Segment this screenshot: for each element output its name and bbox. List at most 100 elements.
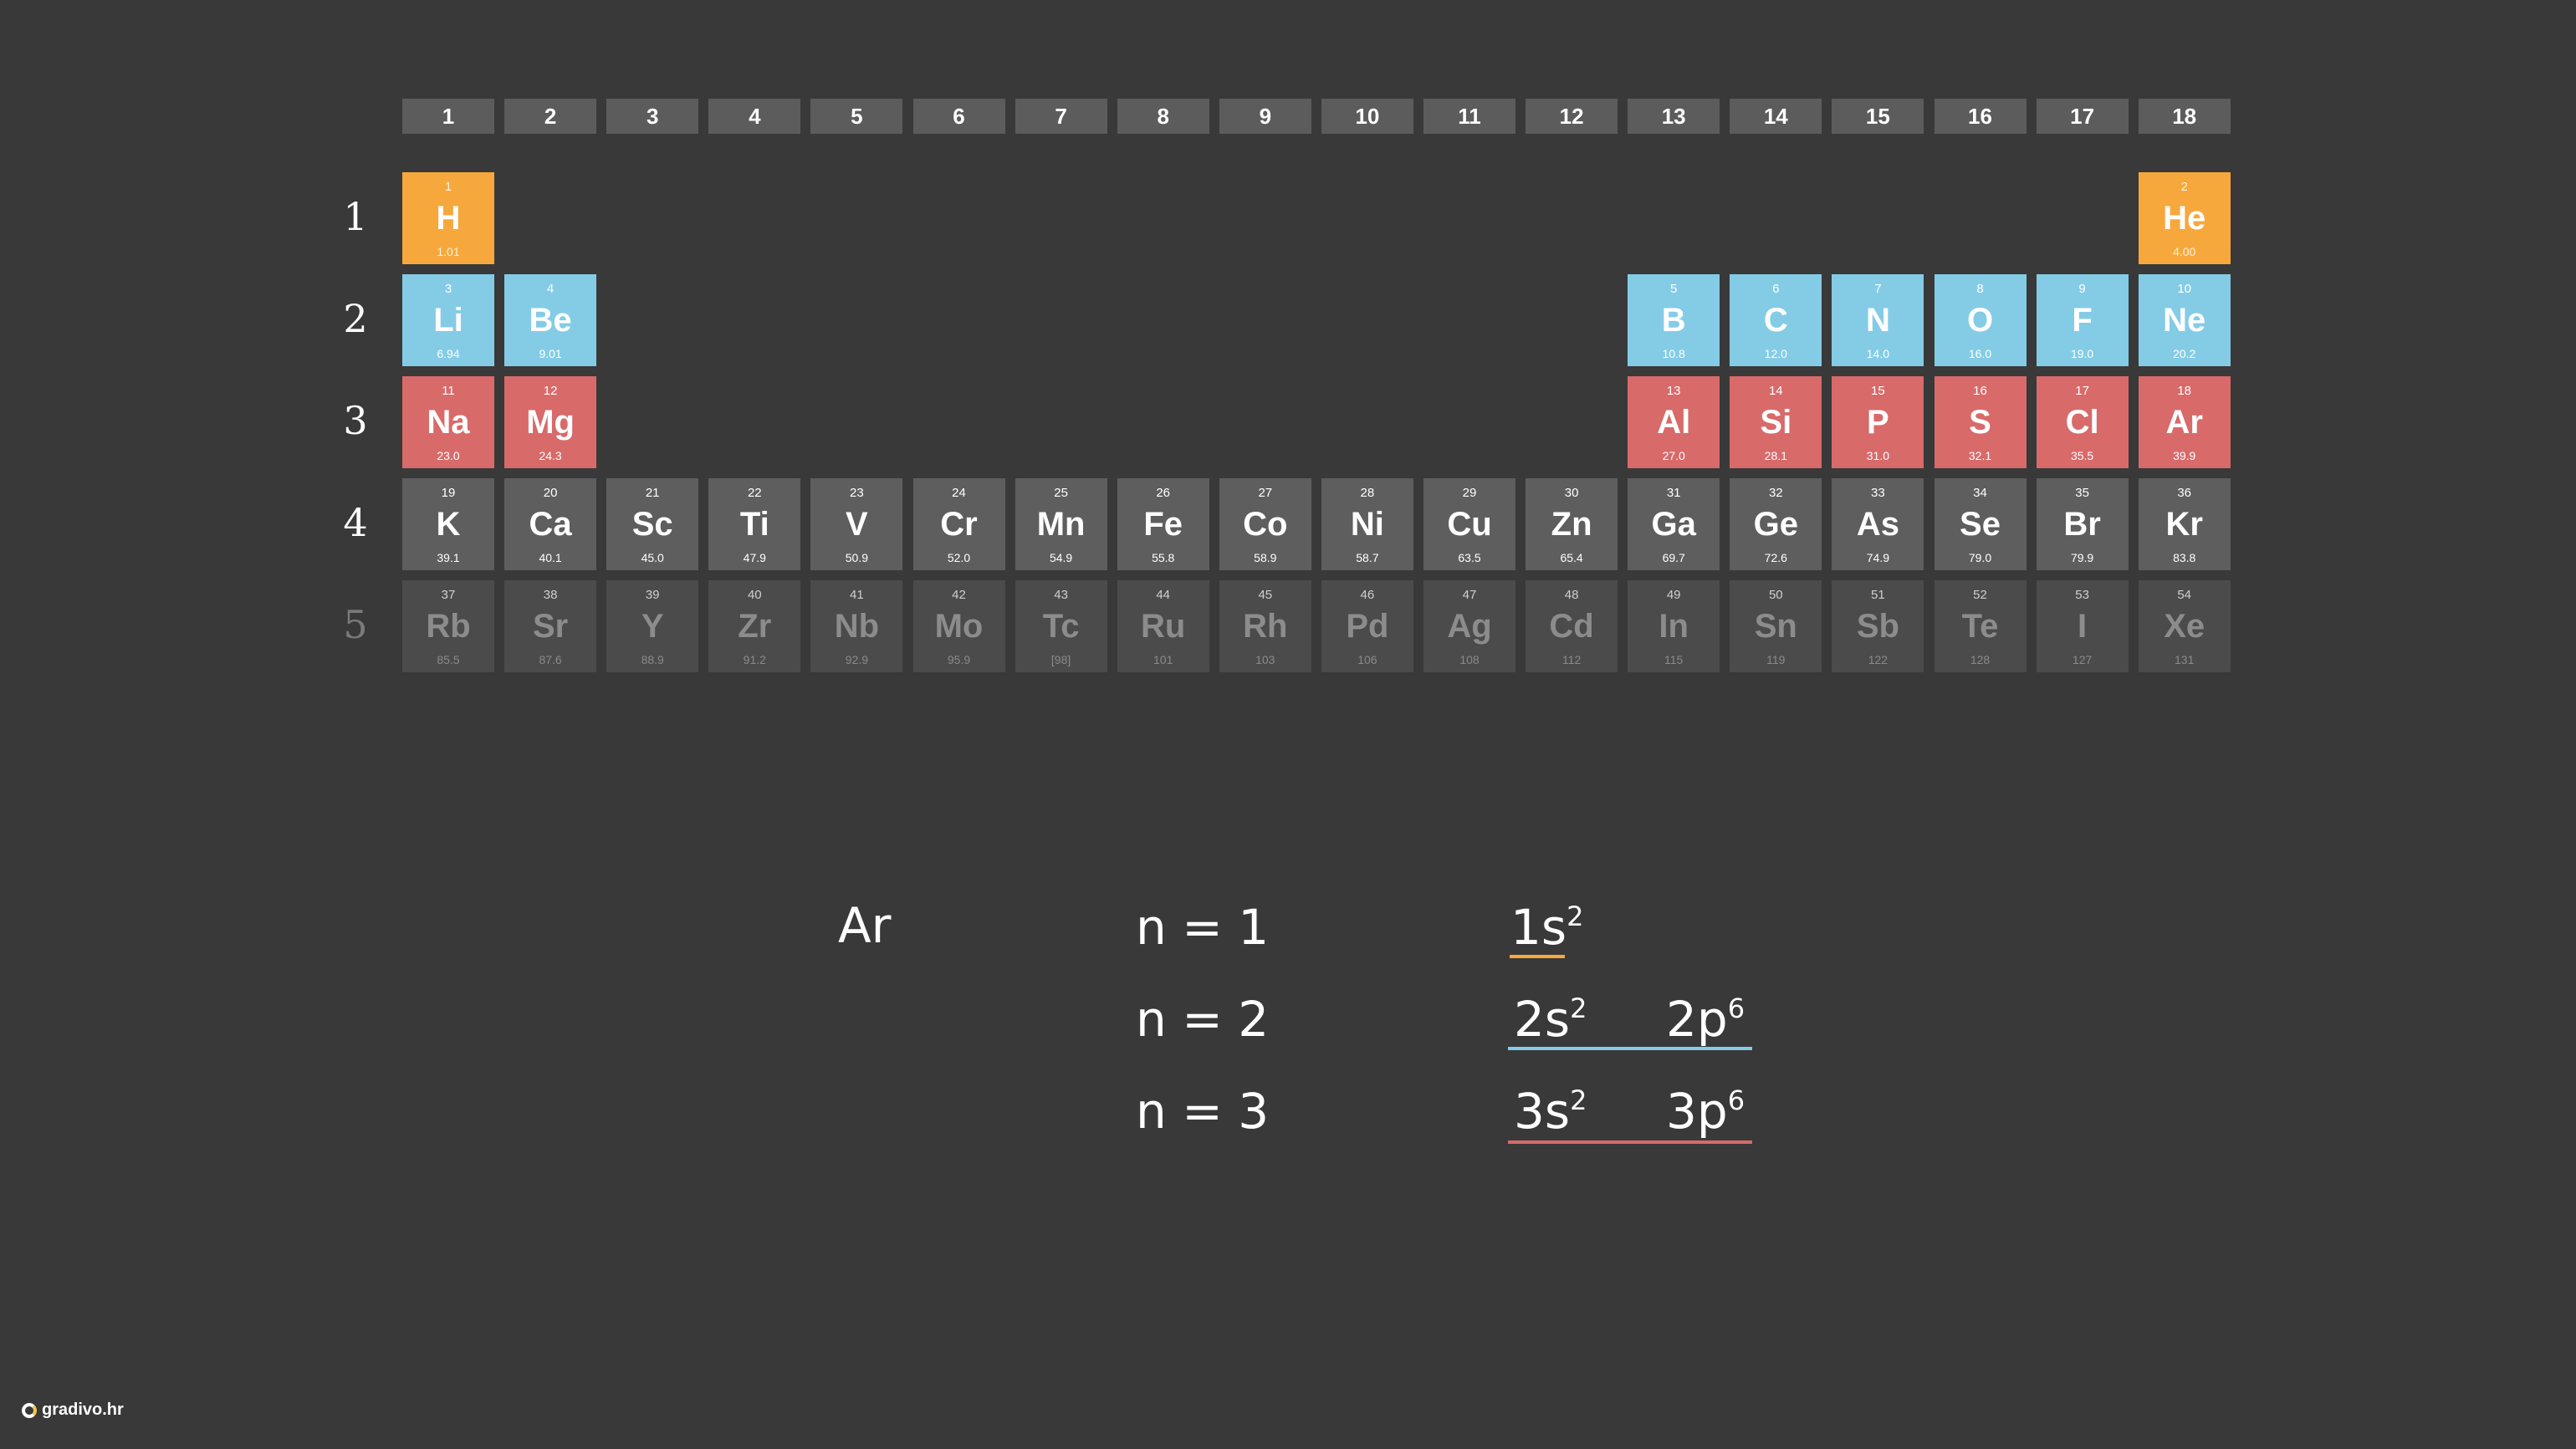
element-cell-he[interactable]: 2 He 4.00 — [2138, 172, 2231, 264]
atomic-number: 44 — [1156, 588, 1171, 602]
element-symbol: O — [1966, 302, 1994, 339]
element-symbol: Se — [1960, 506, 2001, 543]
element-cell-cr[interactable]: 24 Cr 52.0 — [912, 478, 1005, 570]
element-cell-rb[interactable]: 37 Rb 85.5 — [402, 580, 494, 672]
atomic-mass: 79.9 — [2070, 551, 2094, 564]
atomic-mass: 10.8 — [1662, 347, 1685, 360]
shell-2-underline — [1508, 1047, 1752, 1050]
element-cell-k[interactable]: 19 K 39.1 — [402, 478, 494, 570]
atomic-number: 35 — [2075, 486, 2089, 500]
element-symbol: Si — [1760, 404, 1792, 441]
atomic-number: 18 — [2177, 384, 2192, 398]
element-cell-sn[interactable]: 50 Sn 119 — [1730, 580, 1822, 672]
atomic-mass: 95.9 — [947, 653, 971, 666]
element-cell-b[interactable]: 5 B 10.8 — [1628, 274, 1720, 366]
element-cell-ag[interactable]: 47 Ag 108 — [1423, 580, 1515, 672]
period-label-3: 3 — [343, 398, 368, 443]
atomic-mass: 112 — [1561, 653, 1582, 666]
atomic-number: 37 — [441, 588, 456, 602]
atomic-mass: 69.7 — [1662, 551, 1685, 564]
element-symbol: S — [1969, 404, 1991, 441]
element-symbol: Y — [641, 608, 664, 645]
group-header-14: 14 — [1730, 99, 1822, 134]
element-cell-y[interactable]: 39 Y 88.9 — [606, 580, 699, 672]
element-cell-f[interactable]: 9 F 19.0 — [2036, 274, 2129, 366]
element-cell-cl[interactable]: 17 Cl 35.5 — [2036, 376, 2129, 468]
element-cell-li[interactable]: 3 Li 6.94 — [402, 274, 494, 366]
element-cell-rh[interactable]: 45 Rh 103 — [1219, 580, 1311, 672]
element-cell-mn[interactable]: 25 Mn 54.9 — [1015, 478, 1107, 570]
element-cell-ti[interactable]: 22 Ti 47.9 — [708, 478, 801, 570]
element-cell-p[interactable]: 15 P 31.0 — [1832, 376, 1924, 468]
element-cell-na[interactable]: 11 Na 23.0 — [402, 376, 494, 468]
element-cell-mg[interactable]: 12 Mg 24.3 — [504, 376, 597, 468]
element-cell-ru[interactable]: 44 Ru 101 — [1117, 580, 1209, 672]
element-cell-be[interactable]: 4 Be 9.01 — [504, 274, 597, 366]
atomic-mass: 1.01 — [437, 245, 460, 258]
element-cell-ni[interactable]: 28 Ni 58.7 — [1321, 478, 1413, 570]
element-symbol: Pd — [1346, 608, 1389, 645]
element-cell-v[interactable]: 23 V 50.9 — [810, 478, 903, 570]
element-symbol: Mn — [1036, 506, 1086, 543]
element-cell-i[interactable]: 53 I 127 — [2036, 580, 2129, 672]
element-cell-n[interactable]: 7 N 14.0 — [1832, 274, 1924, 366]
element-cell-ge[interactable]: 32 Ge 72.6 — [1730, 478, 1822, 570]
group-header-6: 6 — [912, 99, 1005, 134]
atomic-mass: 74.9 — [1866, 551, 1890, 564]
element-cell-zr[interactable]: 40 Zr 91.2 — [708, 580, 801, 672]
element-cell-in[interactable]: 49 In 115 — [1628, 580, 1720, 672]
element-symbol: Be — [529, 302, 572, 339]
element-cell-ar[interactable]: 18 Ar 39.9 — [2138, 376, 2231, 468]
element-symbol: Al — [1657, 404, 1691, 441]
atomic-number: 2 — [2180, 180, 2188, 194]
element-cell-ca[interactable]: 20 Ca 40.1 — [504, 478, 597, 570]
element-cell-tc[interactable]: 43 Tc [98] — [1015, 580, 1107, 672]
element-cell-sb[interactable]: 51 Sb 122 — [1832, 580, 1924, 672]
atomic-mass: 16.0 — [1968, 347, 1992, 360]
element-cell-c[interactable]: 6 C 12.0 — [1730, 274, 1822, 366]
element-cell-br[interactable]: 35 Br 79.9 — [2036, 478, 2129, 570]
element-cell-cu[interactable]: 29 Cu 63.5 — [1423, 478, 1515, 570]
element-cell-nb[interactable]: 41 Nb 92.9 — [810, 580, 903, 672]
element-cell-ne[interactable]: 10 Ne 20.2 — [2138, 274, 2231, 366]
element-cell-si[interactable]: 14 Si 28.1 — [1730, 376, 1822, 468]
element-cell-te[interactable]: 52 Te 128 — [1934, 580, 2027, 672]
atomic-number: 30 — [1564, 486, 1579, 500]
atomic-mass: 122 — [1868, 653, 1889, 666]
atomic-mass: 28.1 — [1764, 449, 1787, 462]
element-symbol: Li — [433, 302, 463, 339]
element-cell-s[interactable]: 16 S 32.1 — [1934, 376, 2027, 468]
element-cell-sr[interactable]: 38 Sr 87.6 — [504, 580, 597, 672]
element-cell-cd[interactable]: 48 Cd 112 — [1526, 580, 1618, 672]
element-cell-ga[interactable]: 31 Ga 69.7 — [1628, 478, 1720, 570]
atomic-number: 10 — [2177, 282, 2192, 296]
atomic-number: 17 — [2075, 384, 2089, 398]
element-cell-zn[interactable]: 30 Zn 65.4 — [1526, 478, 1618, 570]
element-cell-kr[interactable]: 36 Kr 83.8 — [2138, 478, 2231, 570]
element-cell-sc[interactable]: 21 Sc 45.0 — [606, 478, 699, 570]
element-cell-fe[interactable]: 26 Fe 55.8 — [1117, 478, 1209, 570]
element-symbol: Br — [2063, 506, 2101, 543]
element-cell-se[interactable]: 34 Se 79.0 — [1934, 478, 2027, 570]
element-symbol: Cu — [1447, 506, 1492, 543]
element-cell-o[interactable]: 8 O 16.0 — [1934, 274, 2027, 366]
element-cell-al[interactable]: 13 Al 27.0 — [1628, 376, 1720, 468]
element-cell-xe[interactable]: 54 Xe 131 — [2138, 580, 2231, 672]
atomic-mass: 65.4 — [1560, 551, 1583, 564]
gradivo-logo-icon — [22, 1402, 37, 1418]
atomic-number: 53 — [2075, 588, 2089, 602]
atomic-number: 25 — [1054, 486, 1068, 500]
shell-label-n1: n = 1 — [1136, 899, 1270, 956]
atomic-number: 5 — [1670, 282, 1678, 296]
element-cell-as[interactable]: 33 As 74.9 — [1832, 478, 1924, 570]
element-cell-mo[interactable]: 42 Mo 95.9 — [912, 580, 1005, 672]
element-cell-h[interactable]: 1 H 1.01 — [402, 172, 494, 264]
period-label-5: 5 — [343, 602, 368, 647]
gradivo-logo[interactable]: gradivo.hr — [22, 1401, 124, 1420]
element-cell-co[interactable]: 27 Co 58.9 — [1219, 478, 1311, 570]
atomic-number: 19 — [441, 486, 456, 500]
element-cell-pd[interactable]: 46 Pd 106 — [1321, 580, 1413, 672]
atomic-mass: 35.5 — [2070, 449, 2094, 462]
atomic-number: 33 — [1871, 486, 1885, 500]
atomic-number: 26 — [1156, 486, 1171, 500]
